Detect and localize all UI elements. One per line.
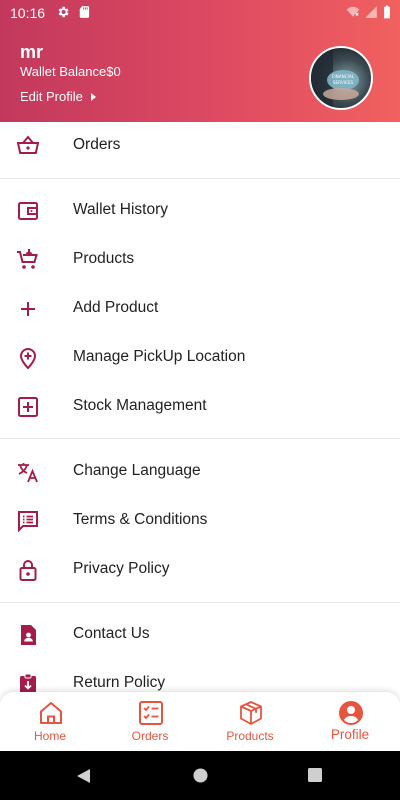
- edit-profile-link[interactable]: Edit Profile: [20, 89, 96, 104]
- menu-label-products: Products: [73, 250, 135, 267]
- plus-box-icon: [18, 397, 38, 417]
- edit-profile-label: Edit Profile: [20, 89, 83, 104]
- avatar-text-1: FINANCIAL: [332, 74, 355, 79]
- box-icon: [240, 701, 262, 725]
- menu-item-manage-pickup[interactable]: Manage PickUp Location: [0, 334, 400, 382]
- wallet-balance-value: $0: [106, 64, 121, 79]
- status-time: 10:16: [10, 5, 46, 21]
- status-bar: 10:16: [0, 0, 400, 26]
- wallet-balance-label: Wallet Balance: [20, 64, 107, 79]
- menu-item-privacy[interactable]: Privacy Policy: [0, 546, 400, 594]
- menu-item-contact[interactable]: Contact Us: [0, 611, 400, 659]
- menu-item-terms[interactable]: Terms & Conditions: [0, 497, 400, 545]
- menu-label-add-product: Add Product: [73, 299, 159, 316]
- avatar[interactable]: FINANCIAL SERVICES: [309, 46, 373, 110]
- menu-item-wallet-history[interactable]: Wallet History: [0, 187, 400, 235]
- wallet-balance: Wallet Balance$0: [20, 64, 121, 79]
- menu-label-return-policy: Return Policy: [73, 674, 166, 691]
- system-nav-bar: [0, 751, 400, 800]
- profile-header: 10:16 mr Wallet Balance$0 Edit Profile F…: [0, 0, 400, 122]
- back-icon[interactable]: [76, 768, 92, 784]
- bottom-nav: Home Orders Products Profile: [0, 692, 400, 751]
- nav-profile-label: Profile: [330, 727, 370, 742]
- menu-item-products[interactable]: Products: [0, 236, 400, 284]
- menu-label-change-language: Change Language: [73, 462, 201, 479]
- nav-products[interactable]: Products: [200, 692, 300, 751]
- menu-label-privacy: Privacy Policy: [73, 560, 170, 577]
- cart-icon: [17, 249, 38, 269]
- sd-card-icon: [79, 6, 90, 18]
- menu-label-stock-management: Stock Management: [73, 397, 207, 414]
- recents-icon[interactable]: [308, 768, 322, 782]
- signal-icon: [365, 6, 377, 18]
- divider: [0, 602, 400, 603]
- menu-item-change-language[interactable]: Change Language: [0, 448, 400, 496]
- home-circle-icon[interactable]: [193, 768, 208, 783]
- wallet-icon: [18, 202, 38, 220]
- nav-orders[interactable]: Orders: [100, 692, 200, 751]
- location-add-icon: [19, 348, 37, 370]
- menu-label-wallet-history: Wallet History: [73, 201, 169, 218]
- checklist-icon: [139, 701, 163, 725]
- basket-icon: [16, 135, 40, 154]
- nav-home-label: Home: [33, 729, 66, 743]
- translate-icon: [18, 463, 38, 483]
- menu-item-orders[interactable]: Orders: [0, 122, 400, 170]
- nav-products-label: Products: [226, 729, 274, 743]
- nav-home[interactable]: Home: [0, 692, 100, 751]
- plus-icon: [21, 302, 35, 316]
- menu-item-stock-management[interactable]: Stock Management: [0, 383, 400, 431]
- nav-orders-label: Orders: [131, 729, 169, 743]
- menu-label-orders: Orders: [73, 136, 121, 153]
- home-icon: [40, 702, 62, 724]
- battery-icon: [384, 5, 390, 19]
- avatar-text-2: SERVICES: [333, 80, 354, 85]
- contact-icon: [21, 625, 36, 645]
- user-circle-icon: [339, 701, 363, 725]
- menu-label-contact: Contact Us: [73, 625, 150, 642]
- menu-label-terms: Terms & Conditions: [73, 511, 208, 528]
- terms-icon: [18, 511, 38, 533]
- settings-icon: [58, 6, 69, 18]
- avatar-image: FINANCIAL SERVICES: [311, 48, 359, 108]
- menu-label-manage-pickup: Manage PickUp Location: [73, 348, 246, 365]
- nav-profile[interactable]: Profile: [300, 692, 400, 751]
- divider: [0, 438, 400, 439]
- profile-name: mr: [20, 42, 44, 62]
- lock-icon: [19, 560, 37, 581]
- chevron-right-icon: [90, 92, 96, 101]
- wifi-icon: [346, 6, 360, 17]
- divider: [0, 178, 400, 179]
- menu-item-add-product[interactable]: Add Product: [0, 285, 400, 333]
